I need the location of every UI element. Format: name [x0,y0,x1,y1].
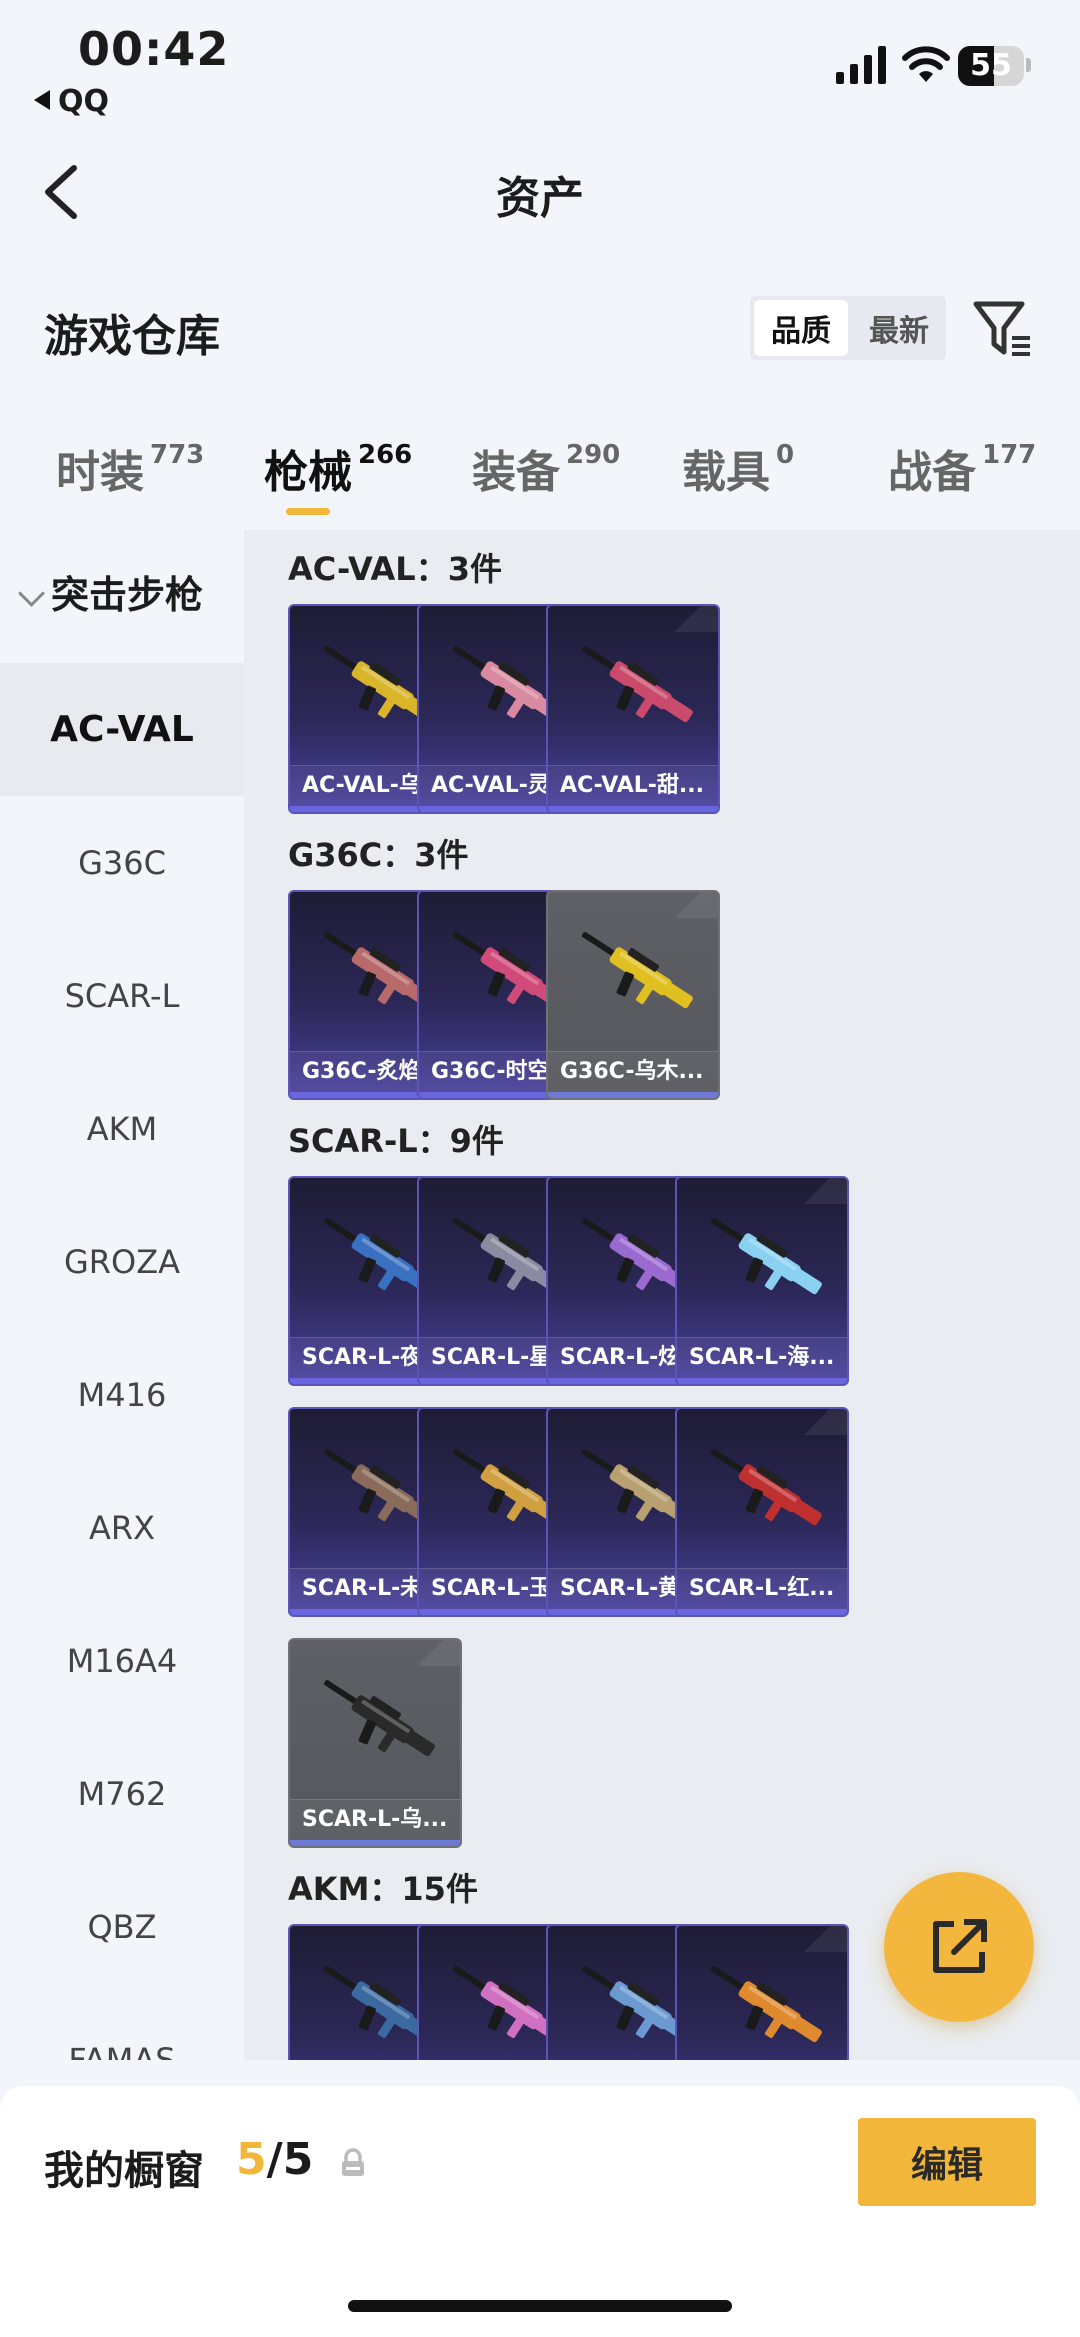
battery-level: 55 [970,48,1012,83]
tab-label: 时装 [56,447,144,498]
weapon-skin-icon [323,1679,435,1757]
showcase-label: 我的橱窗 [44,2148,204,2194]
tab-fashion[interactable]: 时装 773 [56,436,204,500]
tab-count: 266 [358,440,413,470]
group-title: AKM：15件 [288,1870,478,1908]
sidebar-item-ac-val[interactable]: AC-VAL [0,663,244,796]
back-to-app-link[interactable]: QQ [34,84,109,119]
category-sidebar: 突击步枪 AC-VAL G36C SCAR-L AKM GROZA M416 A… [0,530,244,2060]
chevron-left-icon[interactable] [40,162,84,222]
edit-button[interactable]: 编辑 [858,2118,1036,2206]
sidebar-item-scar-l[interactable]: SCAR-L [0,929,244,1062]
page-title: 资产 [496,173,584,224]
sidebar-item-m16a4[interactable]: M16A4 [0,1594,244,1727]
share-icon [933,1919,987,1973]
sidebar-item-arx[interactable]: ARX [0,1461,244,1594]
weapon-skin-icon [581,645,693,723]
tab-label: 战备 [888,447,976,498]
weapon-card-label: SCAR-L-红... [677,1568,847,1609]
weapon-card-label: AC-VAL-甜... [548,765,718,806]
tab-indicator [286,508,330,515]
weapon-skin-icon [710,1217,822,1295]
group-title: AC-VAL：3件 [288,550,502,588]
lock-icon [342,2148,364,2176]
tab-weapons[interactable]: 枪械 266 [264,436,412,500]
sidebar-item-qbz[interactable]: QBZ [0,1860,244,1993]
weapon-card-label: G36C-乌木... [548,1051,718,1092]
battery-tip [1026,58,1031,72]
sort-latest-button[interactable]: 最新 [852,296,946,360]
sidebar-item-m762[interactable]: M762 [0,1727,244,1860]
tab-equipment[interactable]: 装备 290 [472,436,620,500]
battery-icon: 55 [958,46,1024,86]
tab-vehicles[interactable]: 载具 0 [682,436,794,500]
weapon-skin-icon [710,1965,822,2043]
tab-count: 177 [982,440,1037,470]
tab-supplies[interactable]: 战备 177 [888,436,1036,500]
weapon-card-label: SCAR-L-海... [677,1337,847,1378]
tab-label: 装备 [472,447,560,498]
weapon-skin-icon [581,931,693,1009]
weapon-card[interactable]: SCAR-L-红... [675,1407,849,1617]
tab-label: 枪械 [264,447,352,498]
filter-icon[interactable] [972,298,1034,360]
showcase-total: /5 [266,2134,314,2185]
tab-count: 773 [150,440,205,470]
tab-label: 载具 [682,447,770,498]
weapon-list: AC-VAL：3件 AC-VAL-乌... AC-VAL-灵... AC-VAL-甜.… [244,530,1080,2060]
sidebar-item-m416[interactable]: M416 [0,1328,244,1461]
section-title: 游戏仓库 [44,311,220,362]
showcase-count: 5/5 [236,2134,313,2185]
showcase-used: 5 [236,2134,267,2185]
weapon-card[interactable]: AC-VAL-甜... [546,604,720,814]
signal-icon [836,46,886,84]
home-indicator [348,2300,732,2312]
weapon-card[interactable]: SCAR-L-海... [675,1176,849,1386]
weapon-card[interactable]: SCAR-L-乌... [288,1638,462,1848]
tab-count: 0 [776,440,795,470]
sort-quality-button[interactable]: 品质 [754,300,848,356]
status-time: 00:42 [78,22,230,76]
wifi-icon [902,46,950,82]
back-app-label: QQ [58,84,110,119]
sidebar-category-header[interactable]: 突击步枪 [0,564,244,619]
sidebar-item-akm[interactable]: AKM [0,1062,244,1195]
weapon-card-label: SCAR-L-乌... [290,1799,460,1840]
sidebar-item-famas[interactable]: FAMAS [0,1993,244,2061]
group-title: G36C：3件 [288,836,469,874]
sort-toggle: 品质 最新 [750,296,946,360]
weapon-card[interactable]: G36C-乌木... [546,890,720,1100]
tab-count: 290 [566,440,621,470]
back-triangle-icon [34,89,50,110]
chevron-down-icon [18,580,45,607]
weapon-card[interactable] [675,1924,849,2060]
sidebar-item-g36c[interactable]: G36C [0,796,244,929]
group-title: SCAR-L：9件 [288,1122,504,1160]
sidebar-category-label: 突击步枪 [51,573,204,617]
share-button[interactable] [884,1872,1034,2022]
weapon-skin-icon [710,1448,822,1526]
sidebar-item-groza[interactable]: GROZA [0,1195,244,1328]
